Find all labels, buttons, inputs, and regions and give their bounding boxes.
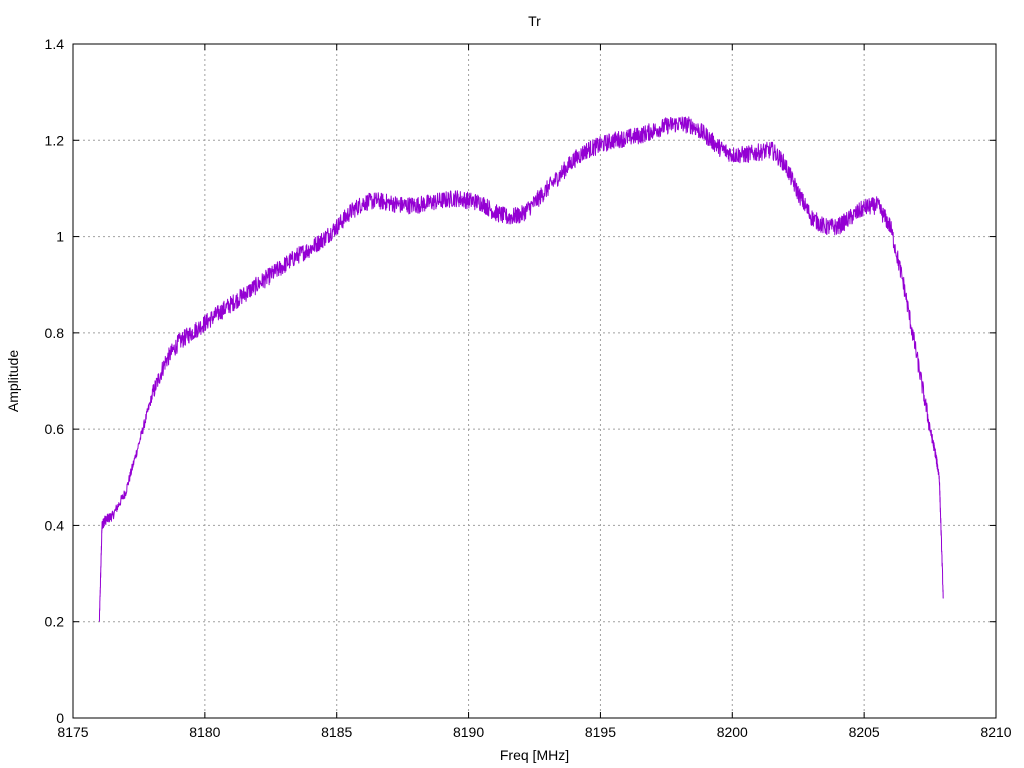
ticks: 8175 8180 8185 8190 8195 8200 8205 8210 0 0.2 0.4 0… (45, 36, 1012, 740)
x-tick-label: 8185 (321, 724, 352, 740)
x-tick-label: 8195 (585, 724, 616, 740)
y-tick-label: 1.4 (45, 36, 65, 52)
y-tick-label: 0 (56, 710, 64, 726)
plot-border (72, 43, 997, 719)
chart-container: 8175 8180 8185 8190 8195 8200 8205 8210 0 0.2 0.4 0… (0, 0, 1024, 768)
chart-title: Tr (528, 13, 541, 29)
x-tick-label: 8210 (980, 724, 1011, 740)
grid (73, 44, 996, 718)
y-tick-label: 0.8 (45, 325, 65, 341)
y-tick-label: 1.2 (45, 132, 65, 148)
x-tick-label: 8190 (453, 724, 484, 740)
y-axis-title: Amplitude (5, 350, 21, 412)
plot-area (98, 116, 944, 622)
x-tick-label: 8175 (57, 724, 88, 740)
y-tick-label: 0.6 (45, 421, 65, 437)
x-tick-label: 8180 (189, 724, 220, 740)
x-axis-title: Freq [MHz] (500, 747, 569, 763)
line-chart: 8175 8180 8185 8190 8195 8200 8205 8210 0 0.2 0.4 0… (5, 13, 1012, 763)
x-tick-label: 8200 (717, 724, 748, 740)
series-line (98, 116, 944, 622)
x-tick-label: 8205 (849, 724, 880, 740)
y-tick-label: 0.2 (45, 614, 65, 630)
y-tick-label: 1 (56, 229, 64, 245)
y-tick-label: 0.4 (45, 517, 65, 533)
